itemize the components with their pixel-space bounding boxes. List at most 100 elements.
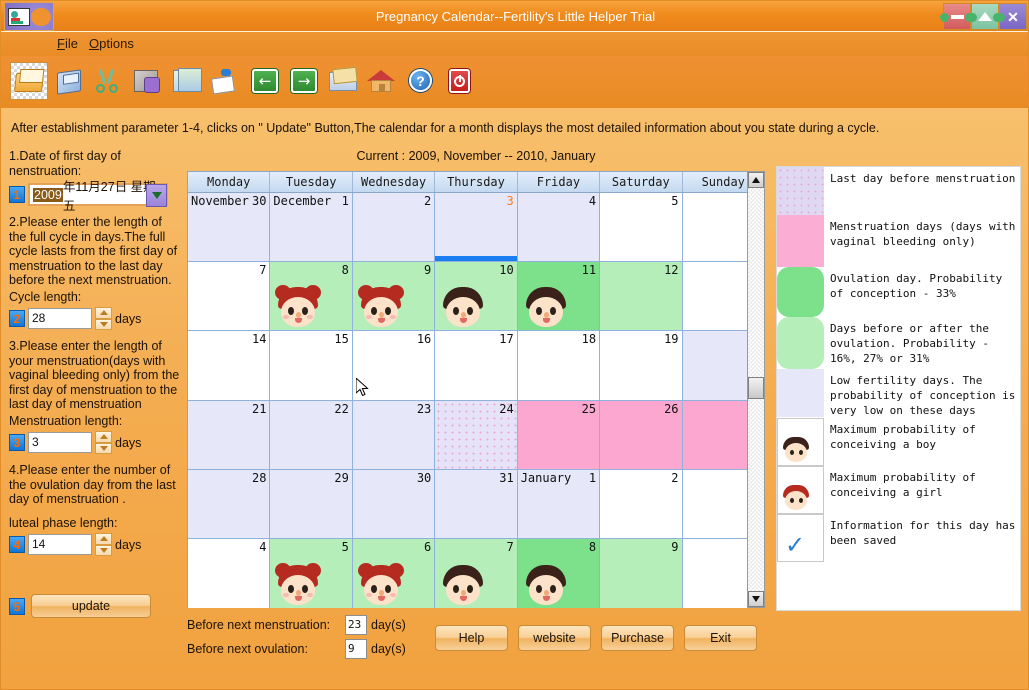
calendar-day-cell[interactable]: 8 — [270, 262, 353, 331]
calendar-day-cell[interactable]: January 1 — [517, 469, 601, 538]
luteal-phase-stepper[interactable] — [95, 533, 112, 556]
calendar-day-cell[interactable]: 23 — [352, 400, 436, 469]
calendar-day-cell[interactable]: 12 — [600, 262, 683, 331]
calendar-day-number: 8 — [341, 263, 349, 278]
menu-file-rest: ile — [64, 36, 78, 51]
mens-stepper-down[interactable] — [95, 442, 112, 454]
calendar-day-cell[interactable]: 29 — [270, 469, 353, 538]
calendar-day-cell[interactable]: 28 — [188, 469, 271, 538]
scissors-cut-icon[interactable] — [88, 62, 126, 100]
calendar-day-cell[interactable]: 16 — [352, 331, 436, 400]
close-button[interactable]: ✕ — [996, 3, 1027, 30]
calendar-day-cell[interactable]: 26 — [600, 400, 683, 469]
cycle-length-stepper[interactable] — [95, 307, 112, 330]
boy-face-icon — [524, 287, 568, 329]
boy-face-icon — [524, 565, 568, 607]
first-menstruation-date-input[interactable]: 2009 年11月27日 星期五 — [28, 180, 168, 213]
calendar-day-number: 21 — [251, 401, 267, 416]
calendar-day-cell[interactable]: 5 — [270, 538, 353, 609]
calendar-day-cell[interactable]: 21 — [188, 400, 271, 469]
calendar-day-cell[interactable]: 14 — [188, 331, 271, 400]
today-indicator-bar — [435, 256, 517, 262]
calendar-day-cell[interactable]: 2 — [352, 193, 436, 262]
toolbar: ← → ? — [1, 56, 1028, 108]
menstruation-length-input[interactable]: 3 — [28, 432, 92, 453]
calendar-day-cell[interactable]: 9 — [600, 538, 683, 609]
calendar-day-cell[interactable]: 6 — [352, 538, 436, 609]
maximize-button[interactable] — [968, 3, 1002, 30]
pin-note-icon[interactable] — [205, 62, 243, 100]
calendar-day-cell[interactable]: 9 — [352, 262, 436, 331]
calendar-day-cell[interactable]: 17 — [435, 331, 518, 400]
legend-item-label: Maximum probability of conceiving a girl — [830, 471, 976, 499]
home-icon[interactable] — [362, 62, 400, 100]
calendar-day-cell[interactable]: November 30 — [188, 193, 271, 262]
calendar-day-cell[interactable]: 30 — [352, 469, 436, 538]
scroll-down-arrow-icon[interactable] — [748, 591, 764, 607]
menu-item-options[interactable]: Options — [83, 35, 140, 52]
calendar-day-cell[interactable]: December 1 — [270, 193, 353, 262]
help-button[interactable]: Help — [435, 625, 508, 651]
calendar-body[interactable]: November30December1234567891011121314151… — [188, 193, 764, 609]
step3-text: 3.Please enter the length of your menstr… — [9, 339, 180, 411]
next-arrow-icon[interactable]: → — [285, 62, 323, 100]
calendar-day-cell[interactable]: 11 — [517, 262, 601, 331]
update-button[interactable]: update — [31, 594, 151, 618]
exit-power-icon[interactable] — [440, 62, 478, 100]
legend-swatch-saved: ✓ — [777, 514, 824, 562]
legend-item: ✓ Information for this day has been saved — [777, 514, 1020, 562]
luteal-stepper-down[interactable] — [95, 544, 112, 556]
mail-icon[interactable] — [324, 62, 362, 100]
purchase-button[interactable]: Purchase — [601, 625, 674, 651]
calendar-day-cell[interactable]: 2 — [600, 469, 683, 538]
calendar-day-cell[interactable]: 10 — [435, 262, 518, 331]
date-dropdown-button[interactable] — [146, 184, 167, 207]
calendar-day-cell[interactable]: 18 — [517, 331, 601, 400]
paste-pages-icon[interactable] — [166, 62, 204, 100]
calendar-day-cell[interactable]: 22 — [270, 400, 353, 469]
calendar-day-cell[interactable]: 31 — [435, 469, 518, 538]
calendar-day-number: 2 — [671, 470, 679, 485]
cycle-length-input[interactable]: 28 — [28, 308, 92, 329]
scrollbar-thumb[interactable] — [748, 377, 764, 399]
calendar-day-cell[interactable]: 5 — [600, 193, 683, 262]
puzzle-copy-icon[interactable] — [127, 62, 165, 100]
help-icon[interactable]: ? — [401, 62, 439, 100]
legend-swatch-ovul — [777, 267, 824, 317]
save-floppy-icon[interactable] — [50, 62, 88, 100]
minimize-button[interactable] — [940, 3, 974, 30]
calendar-day-cell[interactable]: 4 — [517, 193, 601, 262]
current-range-label: Current : 2009, November -- 2010, Januar… — [356, 149, 596, 163]
calendar-day-number: 7 — [259, 263, 267, 278]
scroll-up-arrow-icon[interactable] — [748, 172, 764, 188]
legend-swatch-lastday — [777, 167, 824, 215]
menstruation-length-stepper[interactable] — [95, 431, 112, 454]
calendar-day-cell[interactable]: 24 — [435, 400, 518, 469]
window-controls: ✕ — [940, 3, 1027, 31]
previous-arrow-icon[interactable]: ← — [246, 62, 284, 100]
calendar-day-cell[interactable]: 15 — [270, 331, 353, 400]
calendar-day-cell[interactable]: 25 — [517, 400, 601, 469]
legend-item-label: Low fertility days. The probability of c… — [830, 374, 1016, 417]
title-bar: Pregnancy Calendar--Fertility's Little H… — [1, 1, 1028, 32]
calendar-day-cell[interactable]: 3 — [435, 193, 518, 262]
calendar-day-cell[interactable]: 8 — [517, 538, 601, 609]
calendar-day-cell[interactable]: 4 — [188, 538, 271, 609]
calendar-day-cell[interactable]: 7 — [435, 538, 518, 609]
open-folder-icon[interactable] — [10, 62, 48, 100]
luteal-stepper-up[interactable] — [95, 533, 112, 545]
step3-number-badge: 3 — [9, 434, 25, 451]
exit-button[interactable]: Exit — [684, 625, 757, 651]
cycle-stepper-up[interactable] — [95, 307, 112, 319]
calendar-grid[interactable]: Monday Tuesday Wednesday Thursday Friday Satu… — [187, 171, 765, 609]
luteal-phase-input[interactable]: 14 — [28, 534, 92, 555]
calendar-day-cell[interactable]: 19 — [600, 331, 683, 400]
calendar-day-cell[interactable]: 7 — [188, 262, 271, 331]
legend-item: Maximum probability of conceiving a girl — [777, 466, 1020, 514]
cycle-stepper-down[interactable] — [95, 318, 112, 330]
website-button[interactable]: website — [518, 625, 591, 651]
calendar-vertical-scrollbar[interactable] — [747, 171, 765, 608]
menu-item-file[interactable]: File — [51, 35, 84, 52]
mens-stepper-up[interactable] — [95, 431, 112, 443]
calendar-day-number: 10 — [499, 263, 514, 278]
